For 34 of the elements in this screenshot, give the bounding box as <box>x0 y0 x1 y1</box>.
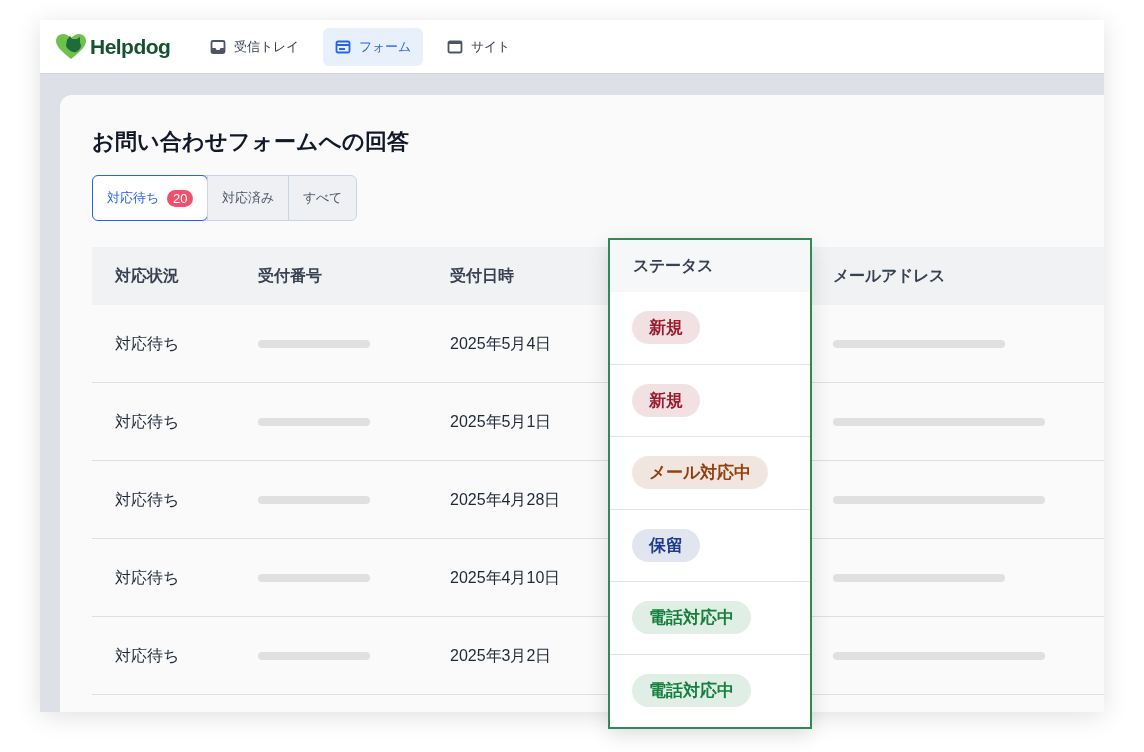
count-badge: 20 <box>167 189 194 207</box>
column-header: メールアドレス <box>832 266 946 286</box>
dog-heart-logo-icon <box>56 33 86 60</box>
table-cell-text: 対応待ち <box>114 489 180 510</box>
table-cell-text: 2025年4月28日 <box>449 489 562 510</box>
table-cell-text: 2025年3月2日 <box>449 645 553 666</box>
status-badge: 電話対応中 <box>632 601 751 635</box>
column-header: ステータス <box>633 256 713 276</box>
form-icon <box>335 38 352 55</box>
column-header: 受付番号 <box>257 266 323 286</box>
nav-tab[interactable]: 受信トレイ <box>198 27 312 66</box>
table-cell-text: 2025年5月4日 <box>449 333 553 354</box>
table-cell-text: 対応待ち <box>114 645 180 666</box>
window-icon <box>447 38 464 55</box>
inbox-icon <box>210 38 227 55</box>
status-badge: メール対応中 <box>632 456 768 490</box>
filter-tab[interactable]: 対応待ち 20 <box>92 175 209 221</box>
status-badge: 電話対応中 <box>632 674 751 708</box>
status-badge: 保留 <box>632 528 700 562</box>
table-cell-text: 2025年5月1日 <box>449 411 553 432</box>
nav-tab[interactable]: サイト <box>435 27 523 66</box>
status-badge: 新規 <box>632 311 700 345</box>
status-badge: 新規 <box>632 383 700 417</box>
nav-tab[interactable]: フォーム <box>323 27 424 66</box>
filter-tab[interactable]: 対応済み <box>207 176 289 220</box>
table-cell-text: 対応待ち <box>114 411 180 432</box>
column-header: 受付日時 <box>449 266 515 286</box>
table-cell-text: 対応待ち <box>114 567 180 588</box>
page-title: お問い合わせフォームへの回答 <box>92 128 410 156</box>
table-cell-text: 2025年4月10日 <box>449 567 562 588</box>
column-header: 対応状況 <box>114 266 180 286</box>
brand-name: Helpdog <box>90 33 171 60</box>
table-cell-text: 対応待ち <box>114 333 180 354</box>
filter-tab[interactable]: すべて <box>288 176 357 220</box>
